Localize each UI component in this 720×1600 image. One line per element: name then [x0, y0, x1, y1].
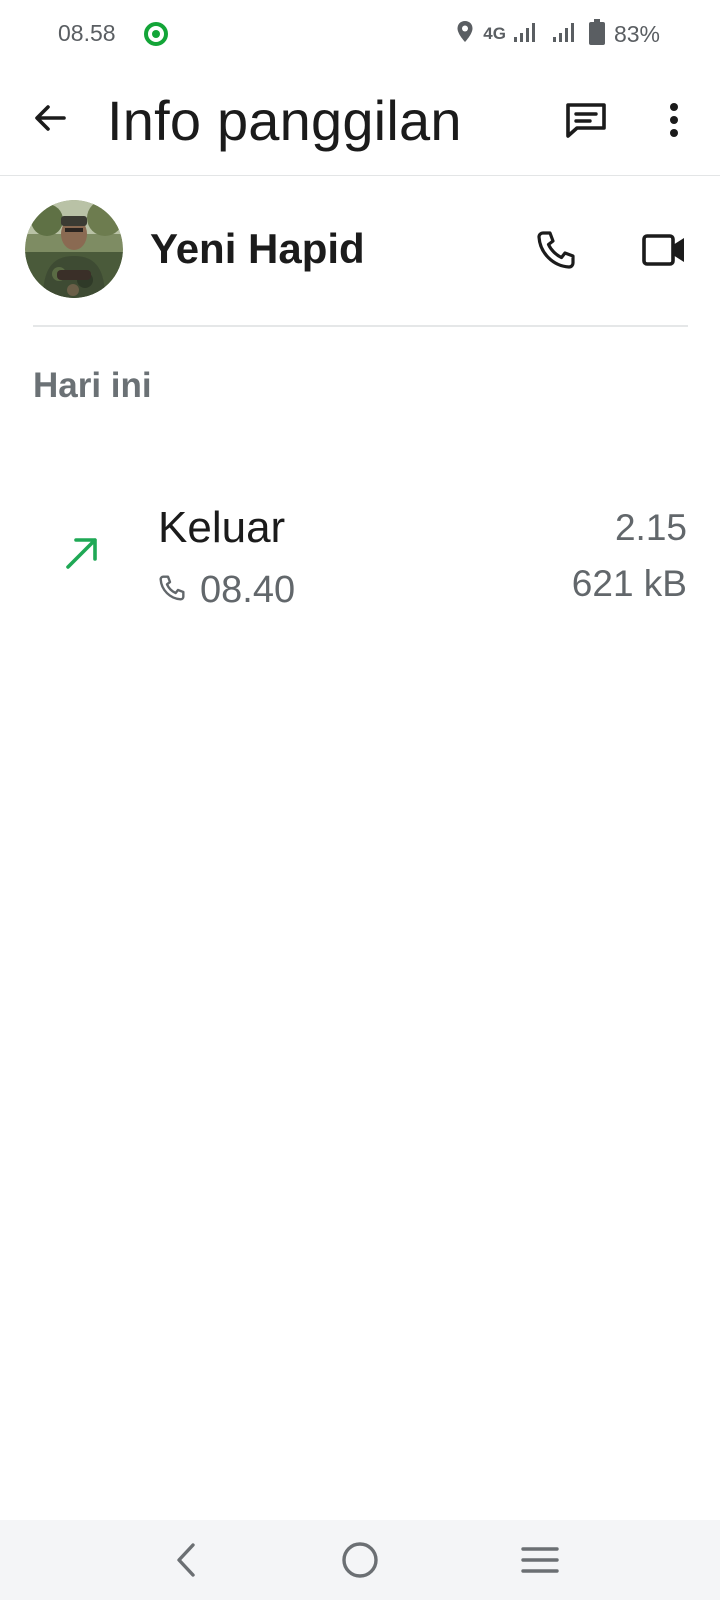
message-icon: [566, 103, 606, 138]
back-arrow-icon: [35, 105, 66, 131]
nav-home-icon: [342, 1542, 378, 1578]
page-title: Info panggilan: [107, 89, 462, 152]
network-type: 4G: [483, 24, 506, 43]
status-time: 08.58: [58, 20, 116, 46]
call-duration: 2.15: [614, 507, 687, 548]
phone-icon: [158, 574, 186, 607]
more-vert-icon: [670, 103, 678, 137]
nav-recents-button[interactable]: [512, 1532, 568, 1588]
section-header-today: Hari ini: [33, 366, 152, 405]
more-options-button[interactable]: [650, 92, 698, 148]
signal-icon: [513, 21, 537, 48]
status-icons: 4G 83%: [456, 18, 660, 50]
nav-back-button[interactable]: [158, 1532, 214, 1588]
system-nav-bar: [0, 1520, 720, 1600]
call-time-row: 08.40: [158, 567, 295, 613]
avatar[interactable]: [25, 200, 123, 298]
nav-home-button[interactable]: [332, 1532, 388, 1588]
call-data-size: 621 kB: [571, 563, 687, 604]
message-button[interactable]: [558, 92, 614, 148]
location-icon: [456, 20, 474, 49]
battery-icon: [588, 18, 605, 50]
status-bar: 08.58 4G 83%: [0, 0, 720, 70]
nav-recents-icon: [521, 1547, 559, 1573]
app-notification-icon: [143, 21, 169, 47]
battery-percent: 83%: [613, 20, 660, 47]
signal-icon: [552, 21, 576, 48]
outgoing-arrow-icon: [62, 533, 102, 573]
call-type: Keluar: [158, 503, 286, 552]
voice-call-button[interactable]: [528, 222, 584, 278]
call-info-screen: 08.58 4G 83% Info panggilan Yeni Hapid H…: [0, 0, 720, 1600]
video-call-button[interactable]: [636, 222, 692, 278]
divider: [33, 325, 688, 327]
contact-name[interactable]: Yeni Hapid: [150, 225, 365, 273]
video-icon: [642, 234, 684, 266]
call-time: 08.40: [200, 568, 296, 611]
back-button[interactable]: [22, 90, 78, 146]
nav-back-icon: [177, 1543, 195, 1577]
phone-icon: [537, 231, 575, 269]
app-bar: Info panggilan: [0, 70, 720, 176]
call-log-item: Keluar 08.40 2.15 621 kB: [0, 485, 720, 620]
contact-header: Yeni Hapid: [0, 176, 720, 326]
